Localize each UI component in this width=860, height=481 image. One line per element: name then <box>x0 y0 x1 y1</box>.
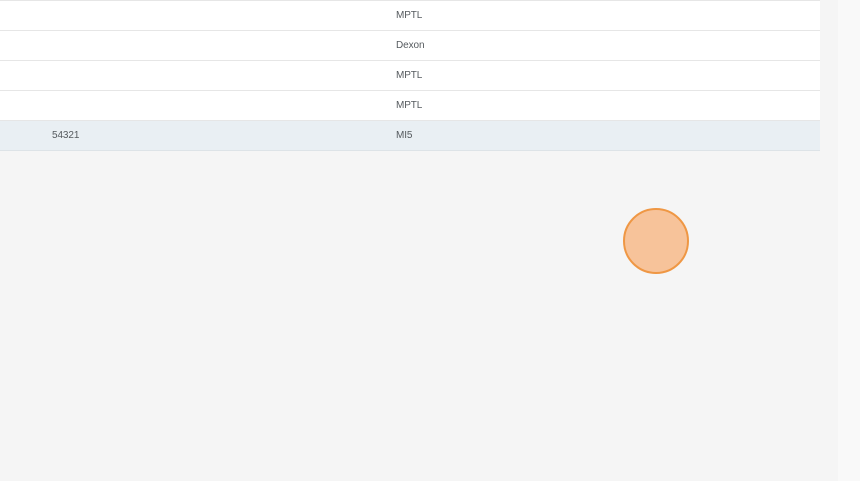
table-cell-org: MPTL <box>396 70 423 81</box>
table-cell-org: Dexon <box>396 40 425 51</box>
data-table: MPTL Dexon MPTL MPTL 54321 MI5 <box>0 0 820 151</box>
table-row[interactable]: MPTL <box>0 61 820 91</box>
scrollbar-gutter <box>838 0 860 481</box>
main-content: MPTL Dexon MPTL MPTL 54321 MI5 <box>0 0 838 481</box>
table-cell-org: MI5 <box>396 130 413 141</box>
table-cell-id: 54321 <box>52 130 80 141</box>
table-row-selected[interactable]: 54321 MI5 <box>0 121 820 151</box>
table-cell-org: MPTL <box>396 10 423 21</box>
page: MPTL Dexon MPTL MPTL 54321 MI5 <box>0 0 860 481</box>
table-row[interactable]: MPTL <box>0 91 820 121</box>
click-indicator-icon <box>623 208 689 274</box>
table-row[interactable]: Dexon <box>0 31 820 61</box>
table-row[interactable]: MPTL <box>0 0 820 31</box>
table-cell-org: MPTL <box>396 100 423 111</box>
